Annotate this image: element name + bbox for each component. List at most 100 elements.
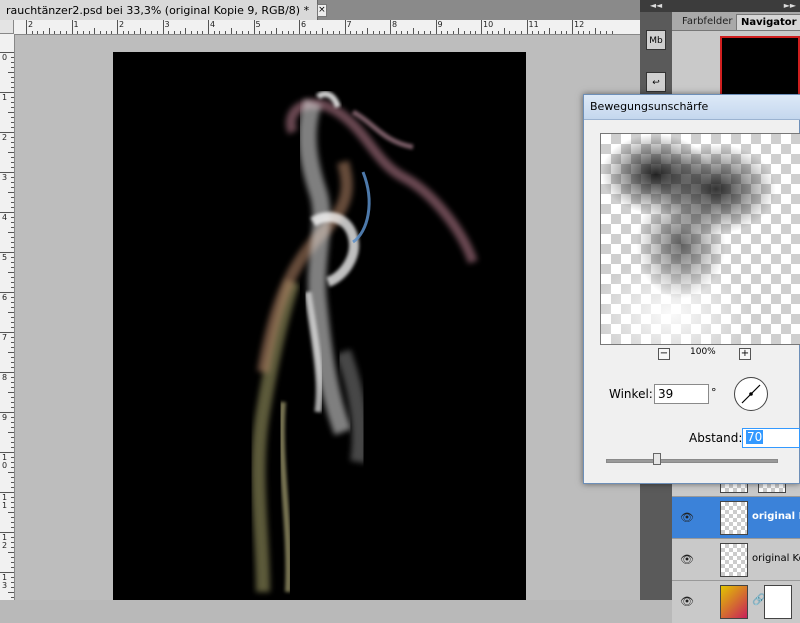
ruler-number: 11 — [528, 20, 539, 29]
ruler-minor-tick — [11, 162, 14, 163]
history-icon[interactable]: ↩ — [646, 72, 666, 92]
ruler-minor-tick — [361, 31, 363, 34]
ruler-minor-tick — [8, 432, 14, 433]
ruler-number: 6 — [301, 20, 307, 29]
navigator-preview[interactable] — [720, 36, 800, 98]
ruler-number: 12 — [574, 20, 585, 29]
ruler-minor-tick — [11, 307, 14, 308]
angle-input[interactable] — [654, 384, 709, 404]
zoom-in-button[interactable]: + — [739, 348, 751, 360]
ruler-minor-tick — [11, 537, 14, 538]
ruler-minor-tick — [236, 31, 238, 34]
ruler-minor-tick — [48, 28, 50, 34]
ruler-minor-tick — [11, 527, 14, 528]
ruler-minor-tick — [8, 232, 14, 233]
ruler-number: 10 — [483, 20, 494, 29]
ruler-minor-tick — [8, 592, 14, 593]
ruler-minor-tick — [11, 257, 14, 258]
visibility-eye-icon[interactable]: 👁 — [680, 595, 694, 608]
ruler-minor-tick — [520, 31, 522, 34]
visibility-eye-icon[interactable]: 👁 — [680, 553, 694, 566]
ruler-minor-tick — [11, 57, 14, 58]
motion-blur-dialog: Bewegungsunschärfe − 100% + Winkel: ° Ab… — [583, 94, 800, 484]
ruler-minor-tick — [11, 402, 14, 403]
document-canvas[interactable] — [113, 52, 526, 600]
ruler-minor-tick — [11, 167, 14, 168]
gradient-fill-thumbnail — [720, 585, 748, 619]
ruler-minor-tick — [202, 31, 204, 34]
horizontal-ruler[interactable]: 2 1 2 3 4 5 6 7 8 9 10 11 12 — [14, 20, 640, 35]
ruler-minor-tick — [8, 152, 14, 153]
ruler-minor-tick — [11, 142, 14, 143]
ruler-minor-tick — [11, 542, 14, 543]
ruler-minor-tick — [11, 567, 14, 568]
ruler-minor-tick — [11, 427, 14, 428]
filter-preview[interactable] — [600, 133, 800, 345]
distance-slider-thumb[interactable] — [653, 453, 661, 465]
ruler-minor-tick — [31, 31, 33, 34]
ruler-corner[interactable] — [0, 20, 14, 34]
canvas-area — [15, 35, 640, 600]
ruler-number: 1 — [73, 20, 79, 29]
ruler-minor-tick — [11, 502, 14, 503]
ruler-minor-tick — [452, 31, 454, 34]
zoom-level: 100% — [690, 347, 716, 357]
ruler-minor-tick — [11, 247, 14, 248]
ruler-minor-tick — [8, 272, 14, 273]
document-tab[interactable]: rauchtänzer2.psd bei 33,3% (original Kop… — [0, 0, 327, 20]
ruler-minor-tick — [11, 497, 14, 498]
ruler-number: 7 — [346, 20, 352, 29]
tab-navigator[interactable]: Navigator — [736, 14, 800, 30]
ruler-minor-tick — [11, 447, 14, 448]
ruler-minor-tick — [213, 31, 215, 34]
ruler-minor-tick — [8, 392, 14, 393]
ruler-minor-tick — [11, 417, 14, 418]
ruler-minor-tick — [11, 182, 14, 183]
ruler-minor-tick — [122, 31, 124, 34]
angle-dial[interactable] — [734, 377, 768, 411]
ruler-minor-tick — [407, 31, 409, 34]
ruler-minor-tick — [11, 302, 14, 303]
layer-row[interactable]: 👁 original Ko — [672, 538, 800, 581]
ruler-minor-tick — [128, 31, 130, 34]
ruler-minor-tick — [11, 562, 14, 563]
ruler-minor-tick — [8, 112, 14, 113]
vertical-ruler[interactable]: 0 1 2 3 4 5 6 7 8 9 1 0 1 1 1 2 1 3 — [0, 34, 15, 600]
document-tab-title: rauchtänzer2.psd bei 33,3% (original Kop… — [6, 3, 310, 17]
ruler-minor-tick — [11, 377, 14, 378]
ruler-minor-tick — [82, 31, 84, 34]
ruler-minor-tick — [11, 262, 14, 263]
ruler-number: 1 — [2, 93, 8, 102]
distance-slider[interactable] — [606, 459, 778, 463]
collapse-panels-button[interactable]: ◄◄ — [640, 0, 672, 12]
ruler-number: 3 — [2, 173, 8, 182]
tab-farbfelder[interactable]: Farbfelder — [678, 14, 736, 30]
ruler-minor-tick — [486, 31, 488, 34]
ruler-minor-tick — [11, 367, 14, 368]
ruler-minor-tick — [11, 577, 14, 578]
layer-row-selected[interactable]: 👁 original Ko — [672, 496, 800, 539]
ruler-minor-tick — [11, 87, 14, 88]
close-icon[interactable]: × — [317, 3, 327, 17]
ruler-number: 3 — [164, 20, 170, 29]
ruler-minor-tick — [259, 31, 261, 34]
ruler-major-tick — [390, 20, 391, 34]
ruler-minor-tick — [11, 522, 14, 523]
dialog-titlebar[interactable]: Bewegungsunschärfe — [584, 95, 800, 120]
ruler-number: 6 — [2, 293, 8, 302]
zoom-out-button[interactable]: − — [658, 348, 670, 360]
smoke-dancer-image — [251, 91, 478, 593]
ruler-minor-tick — [8, 472, 14, 473]
ruler-minor-tick — [611, 31, 613, 34]
ruler-minor-tick — [554, 31, 556, 34]
ruler-number: 1 2 — [2, 533, 8, 550]
minibridge-icon[interactable]: Mb — [646, 30, 666, 50]
ruler-minor-tick — [11, 442, 14, 443]
ruler-minor-tick — [549, 28, 551, 34]
visibility-eye-icon[interactable]: 👁 — [680, 511, 694, 524]
ruler-major-tick — [526, 20, 528, 34]
distance-input[interactable]: 70 — [742, 428, 800, 448]
layer-row[interactable]: 👁 🔗 — [672, 580, 800, 623]
ruler-minor-tick — [11, 202, 14, 203]
expand-panels-button[interactable]: ►► — [672, 0, 800, 12]
